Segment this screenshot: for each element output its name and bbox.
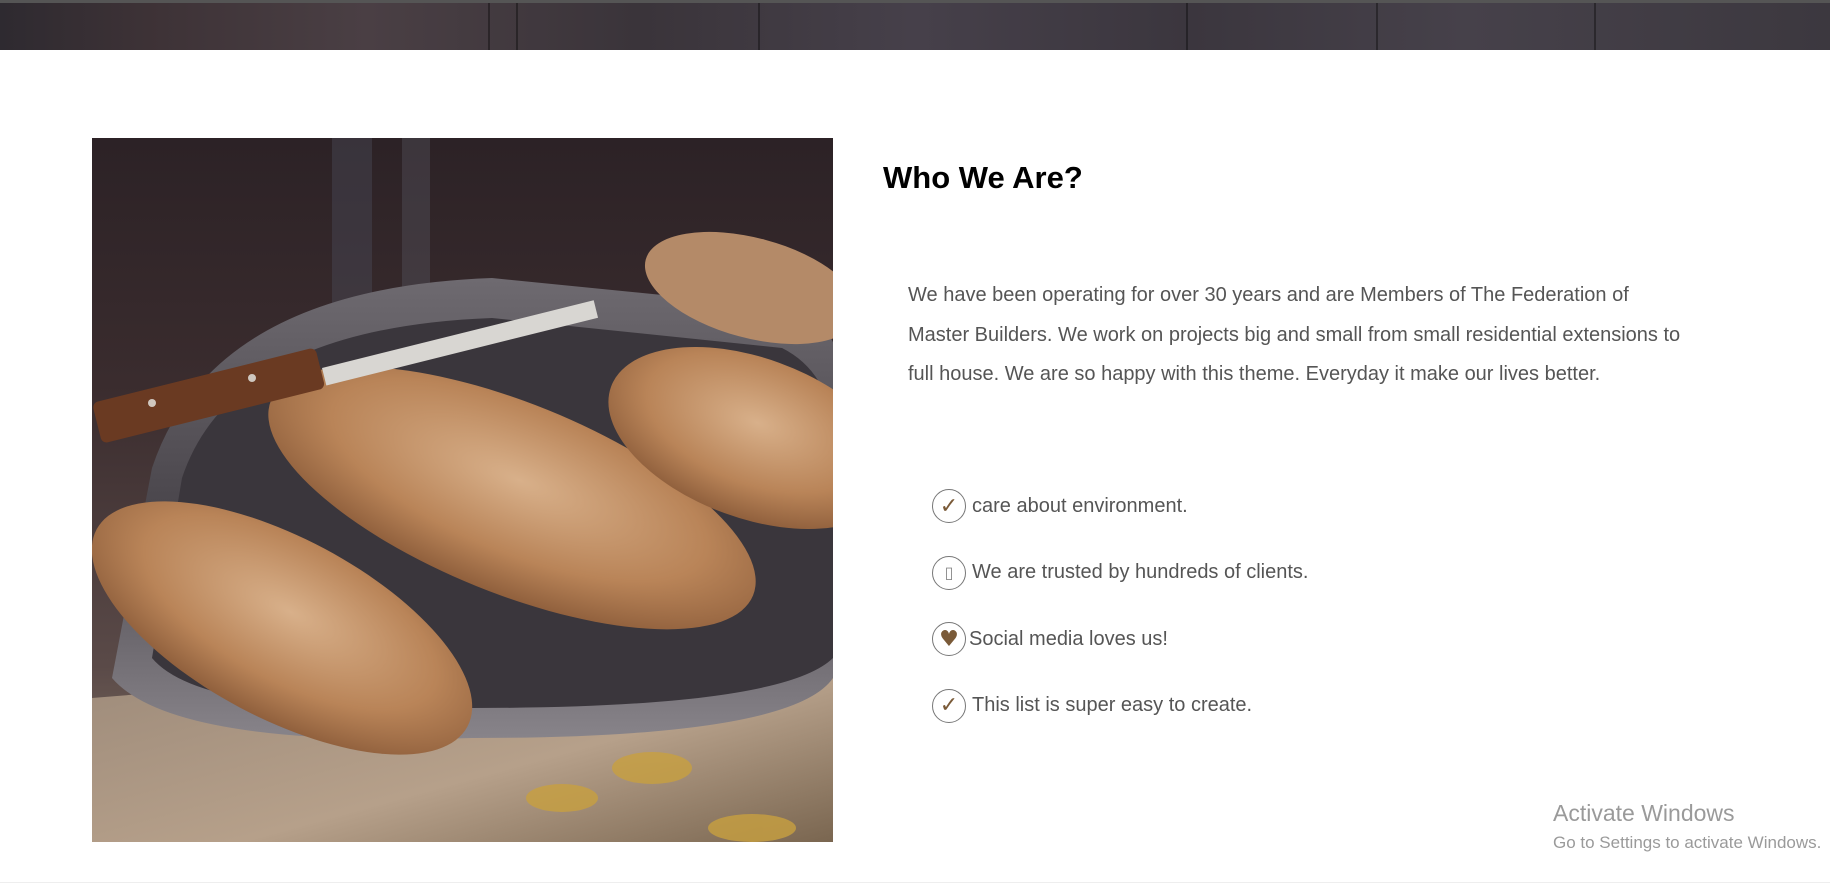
feature-text: This list is super easy to create. — [972, 694, 1253, 716]
checkmark-icon: ✓ — [932, 489, 966, 523]
activate-windows-subtitle: Go to Settings to activate Windows. — [1553, 833, 1822, 852]
feature-text: care about environment. — [972, 494, 1188, 517]
feature-text: Social media loves us! — [969, 627, 1168, 650]
checkmark-icon: ✓ — [932, 688, 966, 723]
header-banner-image — [0, 0, 1830, 50]
heart-icon: ♥ — [932, 622, 966, 656]
list-item: ▯ We are trusted by hundreds of clients. — [932, 553, 1308, 593]
list-item: ✓ This list is super easy to create. — [932, 686, 1308, 726]
list-item: ♥ Social media loves us! — [932, 619, 1308, 659]
activate-windows-title: Activate Windows — [1553, 800, 1735, 826]
section-divider — [0, 882, 1830, 883]
feature-list: ✓ care about environment. ▯ We are trust… — [932, 486, 1308, 752]
feature-text: We are trusted by hundreds of clients. — [972, 561, 1309, 583]
bakery-pastry-photo — [92, 138, 833, 842]
intro-paragraph: We have been operating for over 30 years… — [908, 284, 1681, 385]
list-item: ✓ care about environment. — [932, 486, 1308, 526]
missing-glyph-icon: ▯ — [932, 555, 966, 590]
section-heading: Who We Are? — [883, 160, 1083, 195]
